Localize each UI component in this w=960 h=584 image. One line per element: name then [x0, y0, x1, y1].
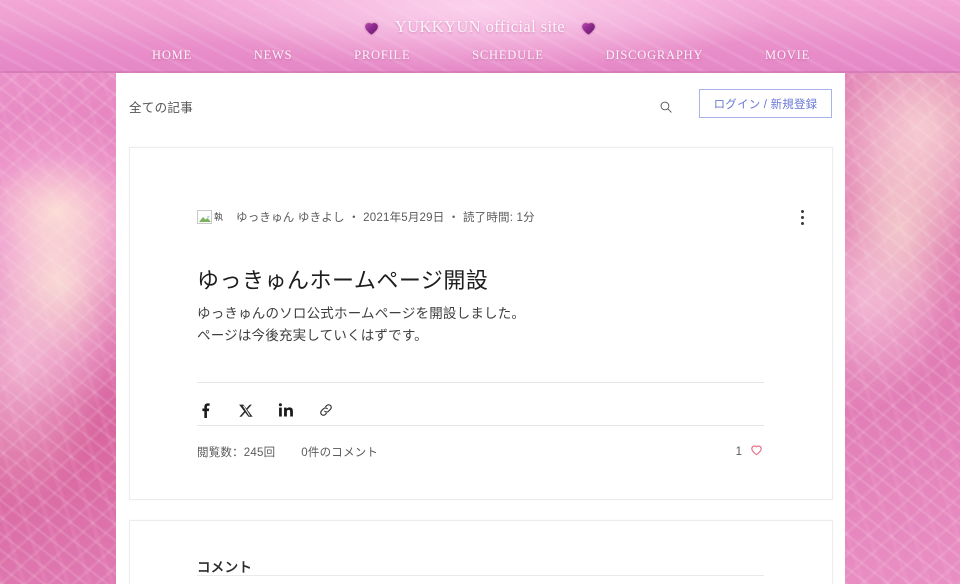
site-header: YUKKYUN official site HOME NEWS PROFILE … — [0, 0, 960, 73]
post-body-line-1: ゆっきゅんのソロ公式ホームページを開設しました。 — [197, 306, 526, 321]
dot — [800, 209, 804, 213]
post-body: ゆっきゅんのソロ公式ホームページを開設しました。 ページは今後充実していくはずで… — [197, 303, 792, 347]
comments-count[interactable]: 0件のコメント — [301, 444, 378, 460]
share-row — [197, 396, 335, 424]
dot — [800, 215, 804, 219]
search-icon[interactable] — [654, 95, 678, 119]
comments-card: コメント — [129, 520, 833, 584]
all-posts-label[interactable]: 全ての記事 — [129, 97, 193, 116]
heart-outline-icon — [749, 442, 764, 462]
x-twitter-icon[interactable] — [237, 401, 255, 419]
login-signup-button[interactable]: ログイン / 新規登録 — [699, 89, 832, 118]
comments-title: コメント — [197, 560, 253, 576]
nav-item-movie[interactable]: MOVIE — [765, 48, 810, 63]
divider — [197, 425, 764, 426]
nav-item-discography[interactable]: DISCOGRAPHY — [606, 48, 704, 63]
linkedin-icon[interactable] — [277, 401, 295, 419]
blog-toolbar: 全ての記事 ログイン / 新規登録 — [116, 73, 845, 139]
heart-icon-right — [579, 18, 598, 37]
heart-icon-left — [362, 18, 381, 37]
site-logo-row: YUKKYUN official site — [0, 17, 960, 37]
avatar-alt-text: 執 — [214, 211, 224, 222]
post-title[interactable]: ゆっきゅんホームページ開設 — [197, 263, 792, 295]
post-body-line-2: ページは今後充実していくはずです。 — [197, 328, 428, 343]
dot — [800, 221, 804, 225]
nav-item-schedule[interactable]: SCHEDULE — [472, 48, 544, 63]
views-count: 閲覧数：245回 — [197, 447, 276, 459]
post-stats-row: 閲覧数：245回 0件のコメント 1 — [197, 440, 764, 464]
post-meta-row: 執 ゆっきゅん ゆきよし ・ 2021年5月29日 ・ 読了時間: 1分 — [197, 205, 808, 229]
nav-item-home[interactable]: HOME — [152, 48, 192, 63]
blog-post-card: 執 ゆっきゅん ゆきよし ・ 2021年5月29日 ・ 読了時間: 1分 ゆっき… — [129, 147, 833, 500]
main-navigation: HOME NEWS PROFILE SCHEDULE DISCOGRAPHY M… — [0, 48, 960, 63]
link-icon[interactable] — [317, 401, 335, 419]
divider — [197, 575, 764, 576]
avatar: 執 — [197, 207, 224, 228]
facebook-icon[interactable] — [197, 401, 215, 419]
more-vertical-icon[interactable] — [792, 206, 812, 228]
post-meta-text: ゆっきゅん ゆきよし ・ 2021年5月29日 ・ 読了時間: 1分 — [236, 212, 535, 224]
nav-item-profile[interactable]: PROFILE — [354, 48, 410, 63]
like-count: 1 — [735, 446, 742, 458]
site-title: YUKKYUN official site — [394, 17, 566, 36]
nav-item-news[interactable]: NEWS — [254, 48, 293, 63]
like-button[interactable]: 1 — [736, 442, 764, 462]
blog-page-column: 全ての記事 ログイン / 新規登録 執 ゆっきゅん ゆきよし ・ 2021年5月… — [116, 73, 845, 584]
broken-image-icon — [197, 210, 212, 224]
divider — [197, 382, 764, 383]
